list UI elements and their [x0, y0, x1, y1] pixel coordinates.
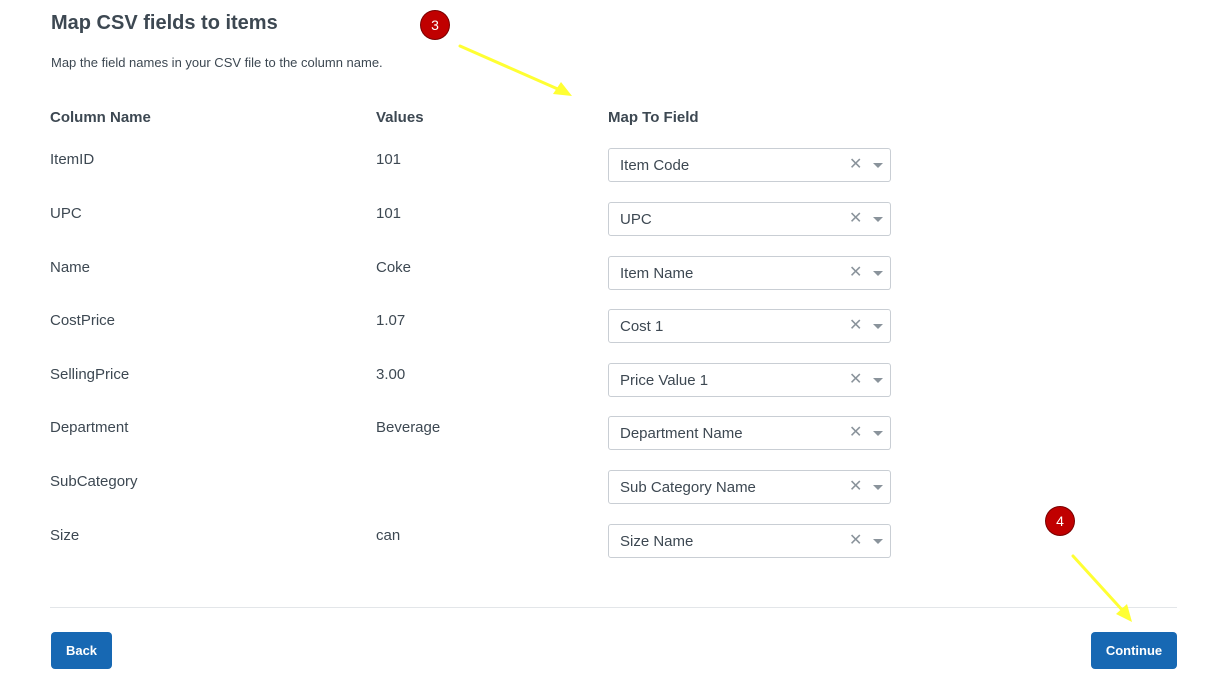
map-field-select[interactable]: Item Code ✕ — [608, 148, 891, 182]
chevron-down-icon[interactable] — [873, 431, 883, 436]
continue-button[interactable]: Continue — [1091, 632, 1177, 669]
map-field-selected-value: UPC — [620, 211, 652, 228]
chevron-down-icon[interactable] — [873, 539, 883, 544]
page-subtitle: Map the field names in your CSV file to … — [51, 55, 383, 70]
map-field-select[interactable]: Department Name ✕ — [608, 416, 891, 450]
row-column-name: SubCategory — [50, 473, 138, 490]
row-column-name: UPC — [50, 205, 82, 222]
map-field-select[interactable]: Cost 1 ✕ — [608, 309, 891, 343]
row-value: Coke — [376, 259, 412, 276]
row-column-name: ItemID — [50, 151, 95, 168]
footer-divider — [50, 607, 1177, 608]
map-field-selected-value: Price Value 1 — [620, 372, 709, 389]
close-icon[interactable]: ✕ — [849, 422, 862, 442]
map-field-selected-value: Department Name — [620, 425, 743, 442]
header-map-to-field: Map To Field — [608, 109, 699, 126]
chevron-down-icon[interactable] — [873, 163, 883, 168]
page-title: Map CSV fields to items — [51, 12, 278, 34]
map-field-select[interactable]: Size Name ✕ — [608, 524, 891, 558]
map-field-select[interactable]: Price Value 1 ✕ — [608, 363, 891, 397]
close-icon[interactable]: ✕ — [849, 476, 862, 496]
chevron-down-icon[interactable] — [873, 271, 883, 276]
row-value: 3.00 — [376, 366, 406, 383]
map-field-selected-value: Item Name — [620, 265, 694, 282]
chevron-down-icon[interactable] — [873, 324, 883, 329]
map-field-select[interactable]: Sub Category Name ✕ — [608, 470, 891, 504]
chevron-down-icon[interactable] — [873, 217, 883, 222]
map-field-select[interactable]: Item Name ✕ — [608, 256, 891, 290]
map-field-selected-value: Cost 1 — [620, 318, 664, 335]
map-field-select[interactable]: UPC ✕ — [608, 202, 891, 236]
step-4-arrow-icon — [1071, 554, 1132, 622]
row-column-name: Size — [50, 527, 80, 544]
close-icon[interactable]: ✕ — [849, 315, 862, 335]
row-value: 101 — [376, 205, 402, 222]
map-field-selected-value: Sub Category Name — [620, 479, 756, 496]
close-icon[interactable]: ✕ — [849, 154, 862, 174]
map-field-selected-value: Item Code — [620, 157, 690, 174]
map-field-selected-value: Size Name — [620, 533, 694, 550]
row-column-name: CostPrice — [50, 312, 116, 329]
row-value: can — [376, 527, 401, 544]
close-icon[interactable]: ✕ — [849, 262, 862, 282]
annotation-arrows — [458, 44, 1132, 622]
row-column-name: Name — [50, 259, 91, 276]
back-button[interactable]: Back — [51, 632, 112, 669]
row-value: Beverage — [376, 419, 441, 436]
row-column-name: Department — [50, 419, 129, 436]
chevron-down-icon[interactable] — [873, 485, 883, 490]
header-column-name: Column Name — [50, 109, 151, 126]
header-values: Values — [376, 109, 424, 126]
step-4-badge: 4 — [1046, 507, 1074, 535]
row-value: 101 — [376, 151, 402, 168]
chevron-down-icon[interactable] — [873, 378, 883, 383]
close-icon[interactable]: ✕ — [849, 208, 862, 228]
row-value: 1.07 — [376, 312, 406, 329]
close-icon[interactable]: ✕ — [849, 369, 862, 389]
close-icon[interactable]: ✕ — [849, 530, 862, 550]
step-3-arrow-icon — [458, 44, 572, 96]
step-3-badge: 3 — [421, 11, 449, 39]
row-column-name: SellingPrice — [50, 366, 130, 383]
